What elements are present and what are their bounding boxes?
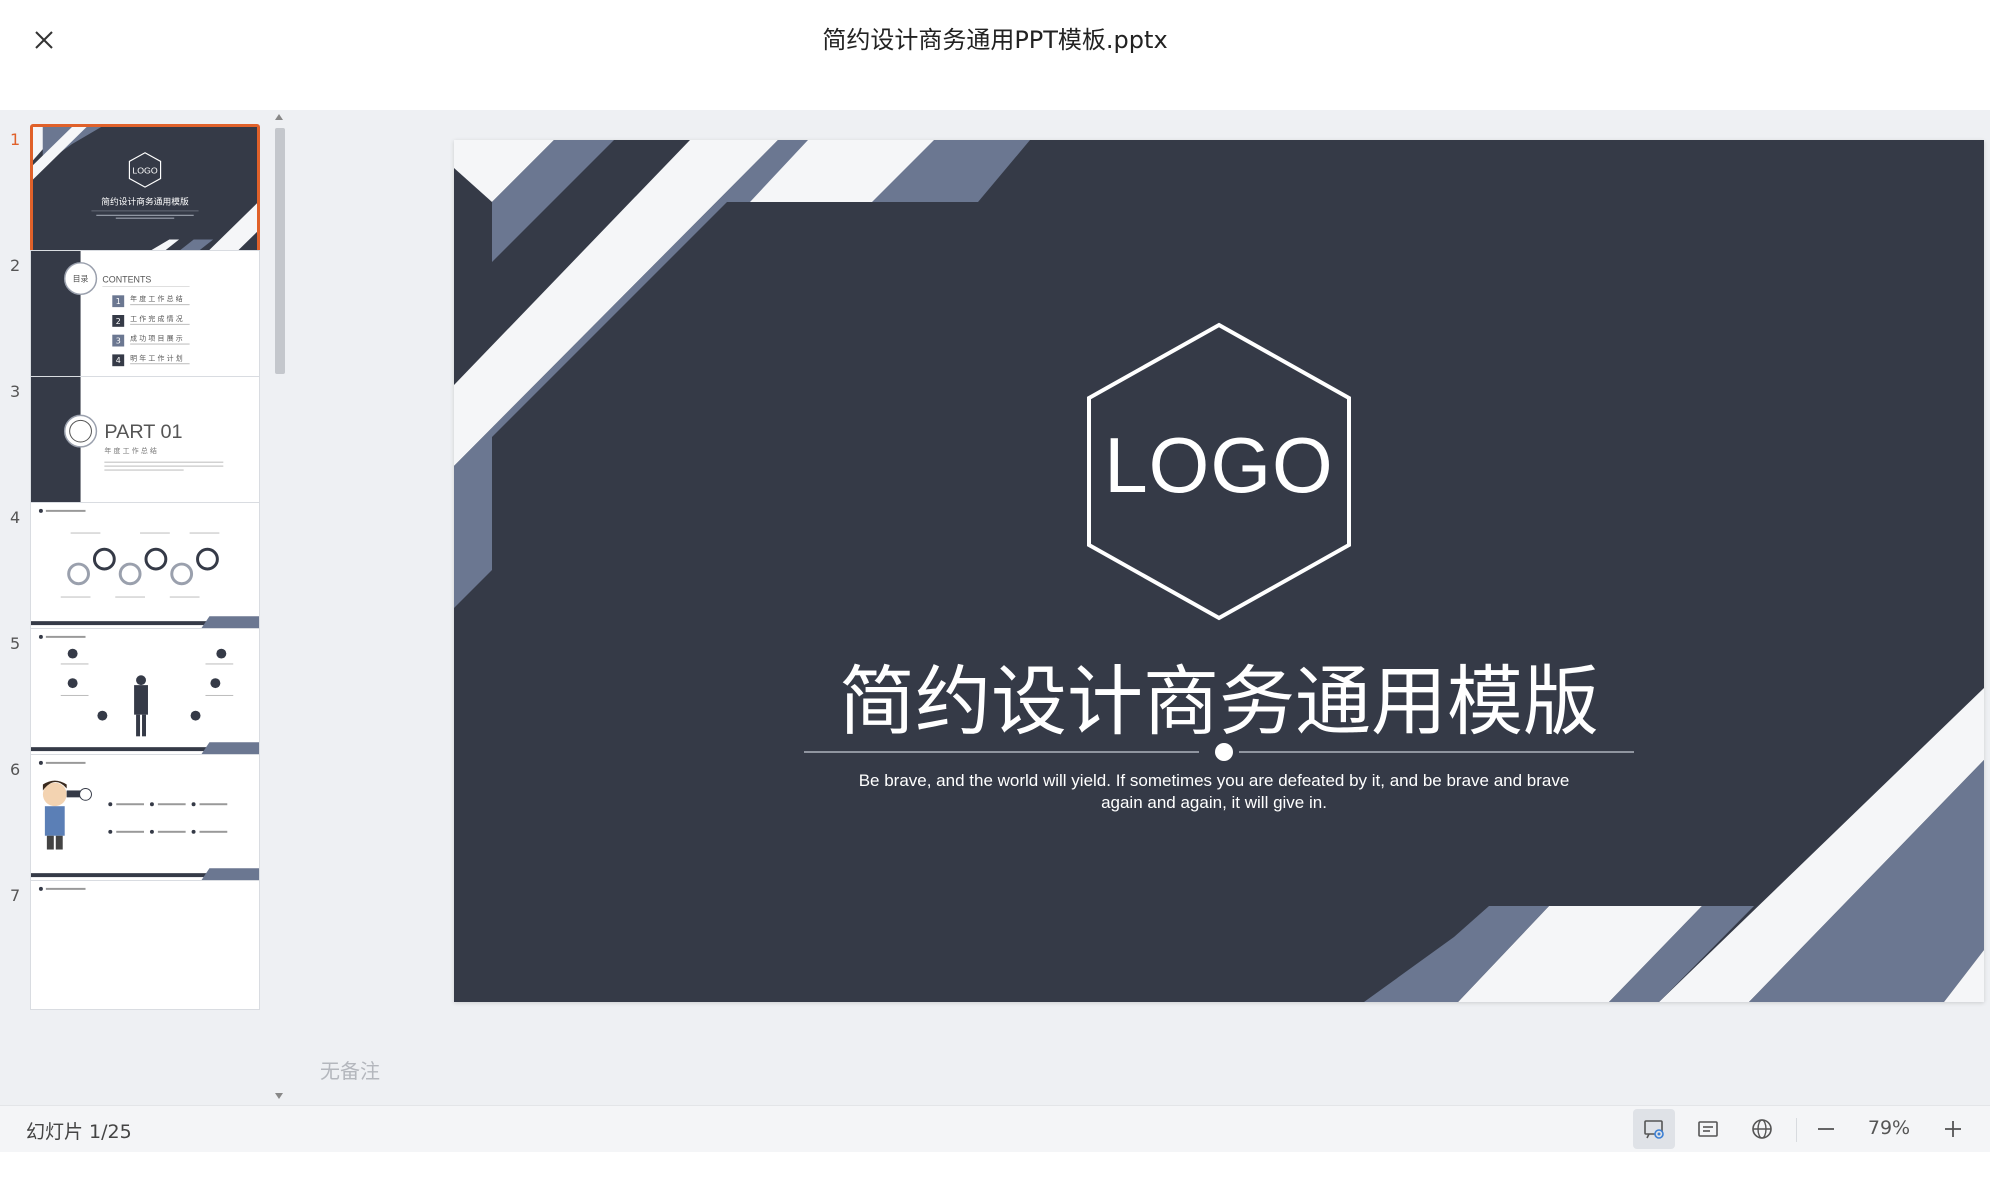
notes-view-button[interactable] — [1687, 1109, 1729, 1149]
zoom-out-button[interactable] — [1805, 1109, 1847, 1149]
notes-area[interactable]: 无备注 — [320, 1055, 380, 1084]
slide-2-preview: 目录 CONTENTS 1 年 度 工 作 总 结 2 工 作 完 成 情 况 … — [31, 251, 259, 379]
thumb-heading: PART 01 — [104, 421, 182, 443]
slide-logo: LOGO — [1104, 421, 1334, 509]
thumbnail-row-5: 5 — [0, 628, 272, 762]
slide-subtitle: Be brave, and the world will yield. If s… — [858, 771, 1570, 812]
zoom-in-icon — [1945, 1121, 1961, 1137]
svg-text:简约设计商务通用模版: 简约设计商务通用模版 — [101, 195, 189, 207]
svg-text:3: 3 — [116, 337, 121, 346]
slide-stage: LOGO 简约设计商务通用模版 Be brave, and the world … — [288, 110, 1990, 1105]
svg-text:4: 4 — [116, 356, 121, 365]
slide-decoration — [454, 140, 1984, 1002]
thumbnail-number: 6 — [10, 760, 21, 779]
svg-text:LOGO: LOGO — [132, 166, 158, 176]
zoom-in-button[interactable] — [1932, 1109, 1974, 1149]
slide-5-preview — [31, 629, 259, 757]
svg-text:2: 2 — [116, 317, 121, 326]
slide-thumbnail-4[interactable] — [30, 502, 260, 632]
notes-view-icon — [1698, 1121, 1718, 1137]
slide-7-preview — [31, 881, 259, 1009]
scroll-up-arrow-icon[interactable] — [275, 114, 283, 120]
zoom-out-icon — [1818, 1128, 1834, 1130]
slide-thumbnail-7[interactable] — [30, 880, 260, 1010]
scrollbar-thumb[interactable] — [275, 128, 285, 374]
thumbnail-row-7: 7 — [0, 880, 272, 1014]
slide-thumbnail-6[interactable] — [30, 754, 260, 884]
thumbnail-number: 4 — [10, 508, 21, 527]
thumbnail-row-6: 6 — [0, 754, 272, 888]
thumb-item: 明 年 工 作 计 划 — [130, 353, 183, 362]
thumbnail-number: 2 — [10, 256, 21, 275]
thumbnail-row-3: 3 PART 01 年 度 工 作 总 结 — [0, 376, 272, 510]
thumbnail-number: 1 — [10, 130, 21, 149]
scroll-down-arrow-icon[interactable] — [275, 1093, 283, 1099]
thumb-item: 成 功 项 目 展 示 — [130, 334, 183, 343]
thumbnail-number: 7 — [10, 886, 21, 905]
thumbnail-scrollbar[interactable] — [272, 110, 288, 1105]
slide-1-preview: LOGO 简约设计商务通用模版 — [33, 127, 257, 251]
document-title: 简约设计商务通用PPT模板.pptx — [822, 26, 1168, 54]
thumb-subheading: 年 度 工 作 总 结 — [104, 446, 157, 455]
thumbnail-row-4: 4 — [0, 502, 272, 636]
slide-title: 简约设计商务通用模版 — [839, 657, 1599, 746]
slide-3-preview: PART 01 年 度 工 作 总 结 — [31, 377, 259, 505]
zoom-level[interactable]: 79% — [1862, 1117, 1916, 1139]
current-slide: LOGO 简约设计商务通用模版 Be brave, and the world … — [454, 140, 1984, 1002]
slide-thumbnail-3[interactable]: PART 01 年 度 工 作 总 结 — [30, 376, 260, 506]
thumbnail-number: 3 — [10, 382, 21, 401]
thumb-item: 年 度 工 作 总 结 — [130, 294, 183, 303]
web-view-button[interactable] — [1741, 1109, 1783, 1149]
slide-6-preview — [31, 755, 259, 883]
thumb-item: 工 作 完 成 情 况 — [130, 314, 183, 323]
svg-text:1: 1 — [116, 297, 121, 306]
web-view-icon — [1752, 1119, 1772, 1139]
status-bar: 幻灯片 1/25 79% — [0, 1105, 1990, 1152]
slide-thumbnail-2[interactable]: 目录 CONTENTS 1 年 度 工 作 总 结 2 工 作 完 成 情 况 … — [30, 250, 260, 380]
top-bar: 简约设计商务通用PPT模板.pptx — [0, 0, 1990, 110]
slide-thumbnail-5[interactable] — [30, 628, 260, 758]
thumb-heading: CONTENTS — [102, 275, 151, 285]
thumbnail-number: 5 — [10, 634, 21, 653]
slide-thumbnail-1[interactable]: LOGO 简约设计商务通用模版 — [30, 124, 260, 254]
slide-4-preview — [31, 503, 259, 631]
thumbnail-row-2: 2 目录 CONTENTS 1 年 度 工 作 总 结 2 工 作 完 成 情 … — [0, 250, 272, 384]
thumbnail-row-1: 1 LOGO 简约设计商务通用模版 — [0, 124, 272, 258]
presenter-view-icon — [1644, 1120, 1664, 1139]
thumb-badge: 目录 — [73, 275, 89, 284]
toolbar-divider — [1796, 1118, 1797, 1142]
presenter-view-button[interactable] — [1633, 1109, 1675, 1149]
slide-counter: 幻灯片 1/25 — [26, 1121, 132, 1143]
slide-thumbnail-panel: 1 LOGO 简约设计商务通用模版 2 目录 CONTENTS 1 年 度 工 … — [0, 110, 272, 1105]
